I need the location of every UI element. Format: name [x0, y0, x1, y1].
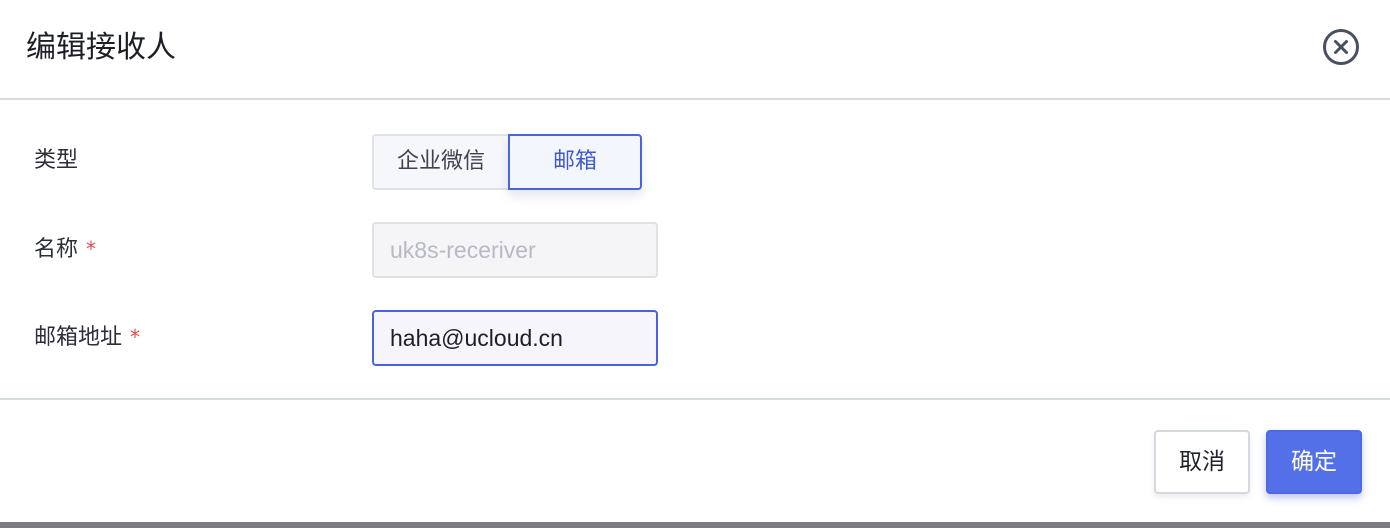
type-option-email[interactable]: 邮箱 — [508, 134, 642, 190]
cancel-button[interactable]: 取消 — [1154, 430, 1250, 494]
email-label: 邮箱地址 * — [34, 322, 140, 353]
edit-receiver-dialog: 编辑接收人 类型 企业微信 邮箱 名称 * 邮箱地址 * 取消 确定 — [0, 0, 1390, 528]
close-circle-icon — [1323, 29, 1359, 65]
type-label: 类型 — [34, 146, 78, 176]
type-option-wecom[interactable]: 企业微信 — [372, 134, 508, 190]
name-label: 名称 * — [34, 234, 96, 265]
dialog-header: 编辑接收人 — [0, 0, 1390, 100]
bottom-edge — [0, 522, 1390, 528]
receiver-form: 类型 企业微信 邮箱 名称 * 邮箱地址 * — [0, 100, 1390, 398]
name-input[interactable] — [372, 222, 658, 278]
email-address-input[interactable] — [372, 310, 658, 366]
name-label-text: 名称 — [34, 237, 79, 262]
required-asterisk: * — [130, 325, 141, 349]
footer-divider — [0, 398, 1390, 400]
type-segmented-control: 企业微信 邮箱 — [372, 134, 642, 190]
email-label-text: 邮箱地址 — [34, 325, 123, 350]
confirm-button[interactable]: 确定 — [1266, 430, 1362, 494]
close-icon[interactable] — [1322, 28, 1360, 66]
type-label-text: 类型 — [34, 148, 79, 173]
required-asterisk: * — [86, 237, 97, 261]
dialog-title: 编辑接收人 — [26, 30, 176, 65]
